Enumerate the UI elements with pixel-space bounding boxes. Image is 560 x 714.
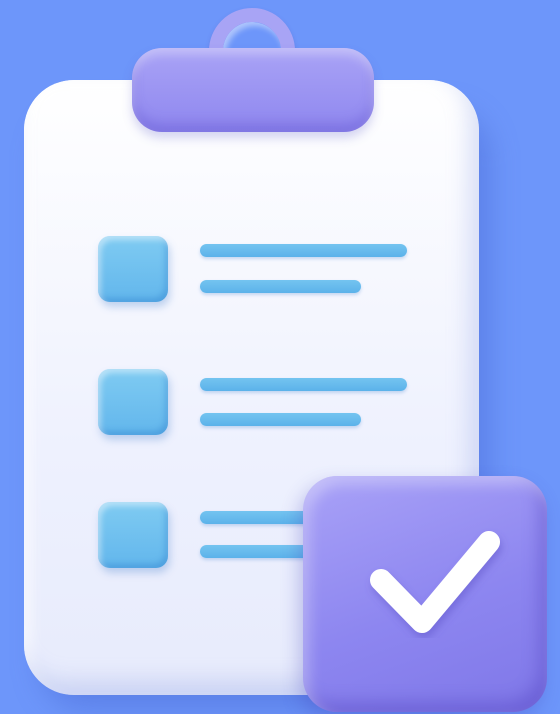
checklist-box-1 (98, 236, 168, 302)
checklist-box-2 (98, 369, 168, 435)
checklist-box-3 (98, 502, 168, 568)
checklist-line-1b (200, 280, 361, 293)
checklist-line-2a (200, 378, 407, 391)
clipboard-illustration (0, 0, 560, 714)
checklist-line-1a (200, 244, 407, 257)
clipboard-clip (132, 48, 374, 132)
check-badge (303, 476, 547, 712)
checkmark-icon (370, 531, 500, 633)
checklist-line-2b (200, 413, 361, 426)
